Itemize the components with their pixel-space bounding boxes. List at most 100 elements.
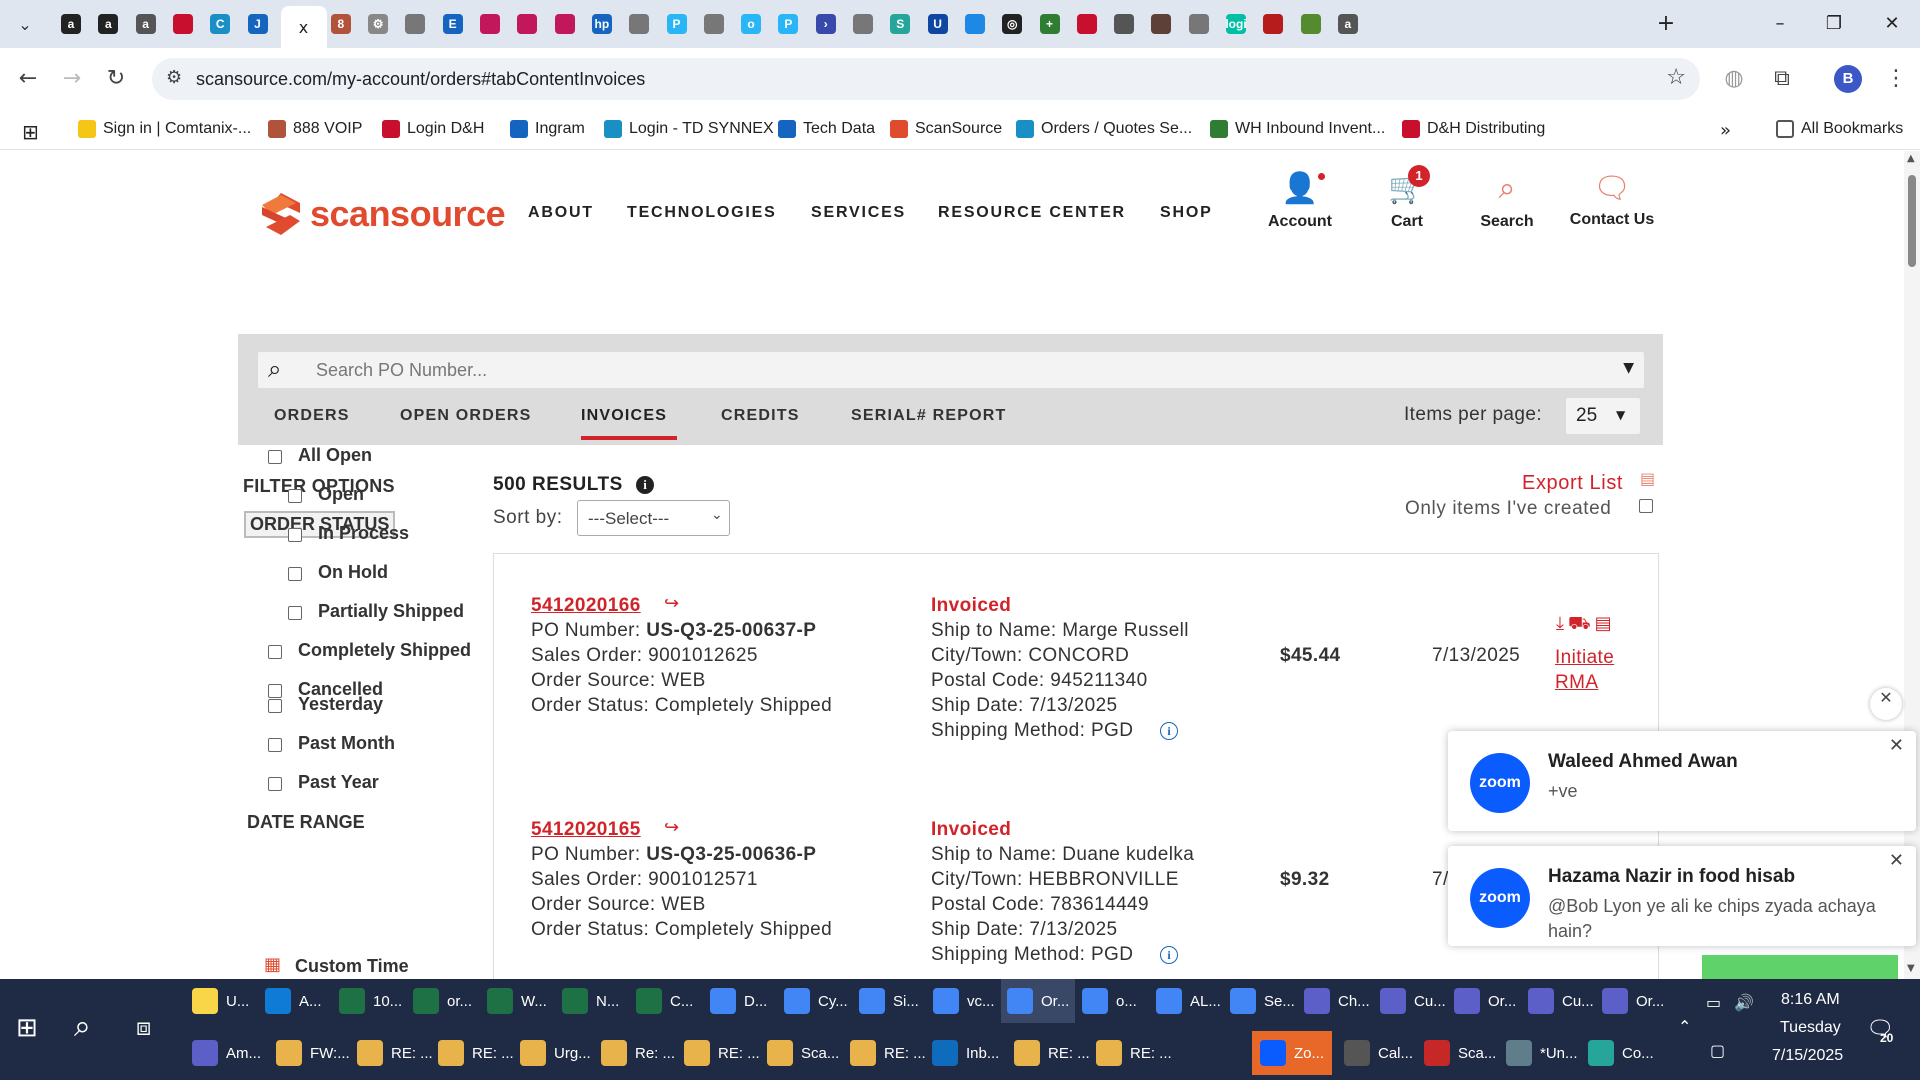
cart-link[interactable]: 🛒 Cart 1 — [1382, 165, 1432, 231]
bookmark-star-icon[interactable]: ☆ — [1666, 65, 1686, 90]
taskbar-window-5[interactable]: Re: ... — [601, 1031, 675, 1075]
scansource-logo[interactable]: scansource — [260, 191, 506, 237]
taskbar-app-18[interactable]: Cu... — [1528, 979, 1594, 1023]
custom-time-label[interactable]: Custom Time — [295, 956, 409, 977]
po-search-input[interactable]: ⌕ Search PO Number... ▼ — [258, 352, 1644, 388]
taskbar-window-12[interactable]: Zo... — [1252, 1031, 1333, 1075]
taskbar-app-15[interactable]: Ch... — [1304, 979, 1370, 1023]
nav-services[interactable]: SERVICES — [811, 204, 906, 222]
taskbar-window-8[interactable]: RE: ... — [850, 1031, 926, 1075]
nav-resource-center[interactable]: RESOURCE CENTER — [938, 204, 1126, 222]
tab-9[interactable] — [400, 9, 430, 39]
tab-3[interactable] — [168, 9, 198, 39]
taskbar-window-9[interactable]: Inb... — [932, 1031, 999, 1075]
info-icon[interactable]: i — [1160, 722, 1178, 740]
tray-expand-icon[interactable]: ⌃ — [1678, 1017, 1691, 1036]
close-window-button[interactable]: ✕ — [1872, 10, 1912, 38]
windows-start-icon[interactable]: ⊞ — [16, 1013, 38, 1043]
tab-25[interactable]: ◎ — [997, 9, 1027, 39]
bookmark-3[interactable]: Ingram — [510, 120, 585, 138]
tab-34[interactable]: a — [1333, 9, 1363, 39]
taskbar-app-10[interactable]: vc... — [933, 979, 995, 1023]
calendar-icon[interactable]: ▦ — [264, 954, 281, 975]
taskbar-app-3[interactable]: or... — [413, 979, 472, 1023]
battery-icon[interactable]: ▭ — [1706, 993, 1721, 1012]
taskbar-window-0[interactable]: Am... — [192, 1031, 261, 1075]
reload-button[interactable]: ↻ — [100, 63, 132, 95]
status-label[interactable]: Partially Shipped — [318, 601, 464, 622]
tab-7[interactable]: 8 — [326, 9, 356, 39]
tab-13[interactable] — [550, 9, 580, 39]
browser-menu-icon[interactable]: ⋮ — [1880, 63, 1912, 95]
export-list-link[interactable]: Export List — [1522, 472, 1623, 495]
close-icon[interactable]: ✕ — [1889, 735, 1904, 756]
tab-28[interactable] — [1109, 9, 1139, 39]
taskbar-app-11[interactable]: Or... — [1001, 979, 1076, 1023]
tab-27[interactable] — [1072, 9, 1102, 39]
taskbar-app-8[interactable]: Cy... — [784, 979, 848, 1023]
tab-15[interactable] — [624, 9, 654, 39]
info-icon[interactable]: i — [1160, 946, 1178, 964]
tab-10[interactable]: E — [438, 9, 468, 39]
all-bookmarks[interactable]: All Bookmarks — [1776, 120, 1903, 138]
dismiss-all-notifications-button[interactable]: ✕ — [1870, 688, 1902, 720]
tab-18[interactable]: o — [736, 9, 766, 39]
tab-22[interactable]: S — [885, 9, 915, 39]
taskbar-window-3[interactable]: RE: ... — [438, 1031, 514, 1075]
tab-search-menu[interactable]: ⌄ — [10, 9, 40, 39]
taskbar-app-7[interactable]: D... — [710, 979, 767, 1023]
taskbar-window-16[interactable]: Co... — [1588, 1031, 1654, 1075]
taskbar-window-14[interactable]: Sca... — [1424, 1031, 1496, 1075]
clock-time[interactable]: 8:16 AM — [1781, 991, 1840, 1009]
tab-32[interactable] — [1258, 9, 1288, 39]
more-bookmarks-icon[interactable]: » — [1720, 120, 1731, 141]
taskbar-window-4[interactable]: Urg... — [520, 1031, 591, 1075]
taskbar-app-14[interactable]: Se... — [1230, 979, 1295, 1023]
info-icon[interactable]: i — [636, 476, 654, 494]
status-checkbox-0[interactable] — [268, 450, 282, 464]
new-tab-button[interactable]: + — [1646, 10, 1686, 38]
taskbar-window-15[interactable]: *Un... — [1506, 1031, 1578, 1075]
bookmark-8[interactable]: WH Inbound Invent... — [1210, 120, 1385, 138]
bookmark-4[interactable]: Login - TD SYNNEX — [604, 120, 774, 138]
account-link[interactable]: 👤 Account — [1262, 171, 1338, 231]
tab-21[interactable] — [848, 9, 878, 39]
status-label[interactable]: On Hold — [318, 562, 388, 583]
caret-down-icon[interactable]: ▼ — [1623, 360, 1634, 376]
status-label[interactable]: In Process — [318, 523, 409, 544]
share-icon[interactable]: ↪ — [664, 593, 679, 614]
apps-grid-icon[interactable]: ⊞ — [22, 120, 39, 144]
status-label[interactable]: Open — [318, 484, 364, 505]
volume-icon[interactable]: 🔊 — [1734, 993, 1754, 1012]
taskbar-window-7[interactable]: Sca... — [767, 1031, 839, 1075]
sort-select[interactable]: ---Select--- ⌄ — [577, 500, 730, 536]
taskbar-app-2[interactable]: 10... — [339, 979, 402, 1023]
only-mine-checkbox[interactable] — [1639, 499, 1653, 513]
tab-invoices[interactable]: INVOICES — [581, 407, 667, 425]
tab-8[interactable]: ⚙ — [363, 9, 393, 39]
taskbar-window-1[interactable]: FW:... — [276, 1031, 350, 1075]
status-checkbox-3[interactable] — [288, 567, 302, 581]
taskbar-window-10[interactable]: RE: ... — [1014, 1031, 1090, 1075]
status-checkbox-6[interactable] — [268, 684, 282, 698]
date-label[interactable]: Yesterday — [298, 694, 383, 715]
bookmark-6[interactable]: ScanSource — [890, 120, 1002, 138]
taskbar-app-12[interactable]: o... — [1082, 979, 1137, 1023]
taskbar-window-11[interactable]: RE: ... — [1096, 1031, 1172, 1075]
status-label[interactable]: All Open — [298, 445, 372, 466]
forward-button[interactable]: → — [56, 63, 88, 95]
close-icon[interactable]: ✕ — [1889, 850, 1904, 871]
taskbar-app-5[interactable]: N... — [562, 979, 619, 1023]
tab-17[interactable] — [699, 9, 729, 39]
tab-29[interactable] — [1146, 9, 1176, 39]
url-text[interactable]: scansource.com/my-account/orders#tabCont… — [196, 69, 645, 90]
date-checkbox-2[interactable] — [268, 777, 282, 791]
tab-credits[interactable]: CREDITS — [721, 407, 800, 425]
back-button[interactable]: ← — [12, 63, 44, 95]
restore-button[interactable]: ❐ — [1814, 10, 1854, 38]
tab-0[interactable]: a — [56, 9, 86, 39]
tab-20[interactable]: › — [811, 9, 841, 39]
zoom-notification[interactable]: zoom Hazama Nazir in food hisab @Bob Lyon … — [1448, 846, 1916, 946]
items-per-page-select[interactable]: 25 ▼ — [1566, 398, 1640, 434]
translate-icon[interactable]: ◍ — [1718, 63, 1750, 95]
